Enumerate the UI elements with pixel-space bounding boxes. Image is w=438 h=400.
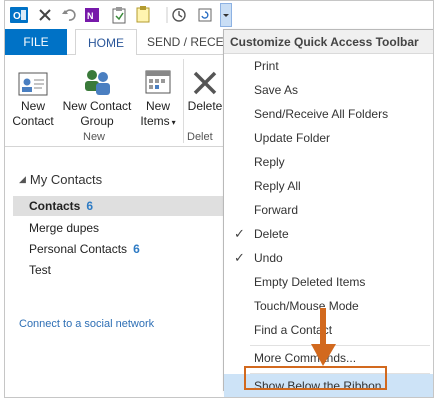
quick-access-toolbar: O N [5,1,433,29]
group-separator [183,59,184,143]
menu-item-print[interactable]: Print [224,54,433,78]
new-items-label-2: Items ▾ [135,114,181,130]
new-items-icon [135,61,181,97]
new-items-label-2-text: Items [140,114,170,128]
checkmark-icon: ✓ [234,226,245,241]
svg-text:N: N [87,11,94,21]
customize-qat-dropdown[interactable] [220,3,232,27]
send-receive-icon[interactable] [169,5,189,25]
chevron-down-icon: ▾ [171,118,176,127]
outlook-logo-icon: O [9,5,29,25]
menu-item-label: Send/Receive All Folders [254,107,389,121]
onenote-icon[interactable]: N [83,5,103,25]
customize-qat-menu: Customize Quick Access Toolbar Print Sav… [223,29,433,397]
new-items-label-1: New [145,99,170,113]
folder-count: 6 [86,199,94,213]
menu-title: Customize Quick Access Toolbar [224,30,433,54]
new-contact-group-label-1: New Contact [62,99,132,113]
collapse-triangle-icon: ◢ [19,174,26,184]
contact-card-icon [9,61,57,97]
delete-x-icon [185,61,225,97]
menu-item-delete[interactable]: ✓ Delete [224,222,433,246]
delete-label: Delete [187,99,223,113]
menu-item-label: More Commands... [254,351,357,365]
group-new-label: New [83,131,106,143]
menu-item-label: Empty Deleted Items [254,275,366,289]
outlook-window: O N FILE HOME SEND / RECEI New Contact N… [4,0,434,398]
new-items-button[interactable]: New Items ▾ [135,61,181,130]
new-contact-label-2: Contact [12,114,54,128]
menu-item-label: Reply All [254,179,301,193]
delete-icon[interactable] [35,5,55,25]
tab-home[interactable]: HOME [75,29,137,56]
folder-name: Merge dupes [29,221,100,235]
undo-icon[interactable] [59,5,79,25]
menu-item-label: Save As [254,83,299,97]
new-contact-group-button[interactable]: New Contact Group [59,61,135,129]
my-contacts-header[interactable]: ◢ My Contacts [19,172,102,187]
folder-count: 6 [133,242,140,256]
connect-social-network-link[interactable]: Connect to a social network [19,318,154,330]
new-contact-button[interactable]: New Contact [9,61,57,129]
contact-group-icon [59,61,135,97]
menu-item-save-as[interactable]: Save As [224,78,433,102]
my-contacts-label: My Contacts [29,172,103,187]
group-delete-label: Delet [187,131,213,143]
menu-item-update-folder[interactable]: Update Folder [224,126,433,150]
new-contact-label-1: New [20,99,45,113]
menu-item-label: Touch/Mouse Mode [254,299,359,313]
folder-name: Personal Contacts [29,242,128,256]
annotation-arrow-icon [311,308,336,366]
chevron-down-icon [223,14,229,17]
tab-send-receive[interactable]: SEND / RECEI [147,29,227,55]
menu-item-label: Reply [254,155,285,169]
note-icon[interactable] [133,5,153,25]
menu-item-empty-deleted-items[interactable]: Empty Deleted Items [224,270,433,294]
folder-item-test[interactable]: Test [13,260,223,280]
folder-name: Test [29,263,52,277]
delete-button[interactable]: Delete [185,61,225,114]
menu-item-send-receive-all[interactable]: Send/Receive All Folders [224,102,433,126]
sync-icon[interactable] [195,5,215,25]
menu-item-undo[interactable]: ✓ Undo [224,246,433,270]
menu-item-reply[interactable]: Reply [224,150,433,174]
clipboard-icon[interactable] [109,5,129,25]
menu-item-label: Print [254,59,279,73]
menu-item-forward[interactable]: Forward [224,198,433,222]
menu-item-reply-all[interactable]: Reply All [224,174,433,198]
svg-text:O: O [13,11,21,22]
folder-name: Contacts [29,199,81,213]
menu-item-label: Delete [254,227,289,241]
new-contact-group-label-2: Group [80,114,114,128]
folder-item-personal-contacts[interactable]: Personal Contacts 6 [13,239,223,259]
folder-item-merge-dupes[interactable]: Merge dupes [13,218,223,238]
menu-item-label: Undo [254,251,283,265]
menu-item-label: Forward [254,203,299,217]
folder-item-contacts[interactable]: Contacts 6 [13,196,223,216]
tab-file[interactable]: FILE [5,29,67,55]
checkmark-icon: ✓ [234,250,245,265]
menu-item-label: Update Folder [254,131,331,145]
